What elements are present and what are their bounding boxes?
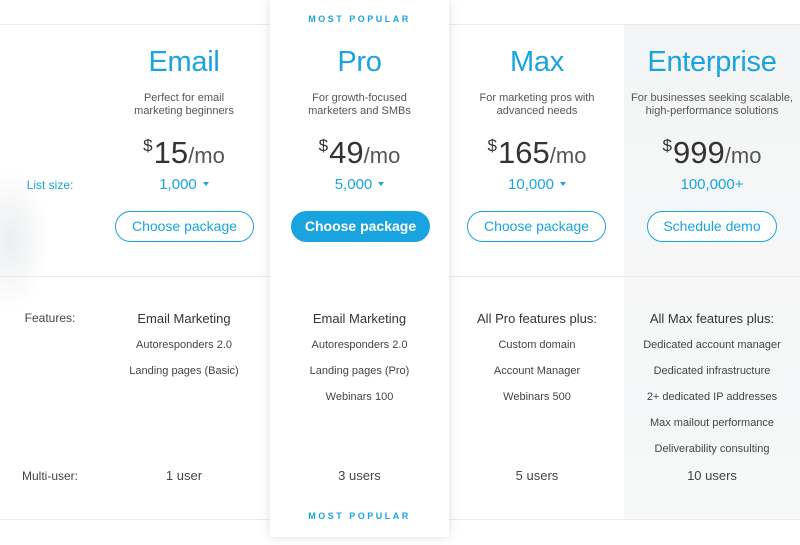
list-size-value: 1,000: [159, 176, 197, 193]
list-size-value: 5,000: [334, 176, 373, 193]
feature-item: Autoresponders 2.0: [135, 339, 232, 351]
plan-users: 10 users: [687, 468, 737, 483]
plan-users: 3 users: [338, 468, 381, 483]
feature-item: Autoresponders 2.0: [311, 339, 408, 351]
feature-item: 2+ dedicated IP addresses: [646, 391, 778, 403]
price-currency: $: [487, 136, 498, 155]
plan-users: 1 user: [165, 468, 203, 483]
feature-item: Max mailout performance: [649, 417, 775, 429]
feature-item: Landing pages (Basic): [129, 365, 239, 377]
plan-features: All Max features plus: Dedicated account…: [624, 310, 800, 466]
price-amount: 49: [329, 135, 364, 170]
plan-column-pro: Pro For growth-focused marketers and SMB…: [270, 0, 449, 520]
plan-price: $15/mo: [100, 126, 268, 179]
feature-item: Landing pages (Pro): [309, 365, 410, 377]
feature-item: Account Manager: [493, 365, 581, 377]
plan-features: All Pro features plus: Custom domain Acc…: [452, 310, 622, 414]
features-header: All Pro features plus:: [477, 311, 597, 326]
features-header: Email Marketing: [312, 311, 407, 326]
list-size-label: List size:: [26, 178, 74, 192]
caret-down-icon: [559, 182, 566, 186]
plan-features: Email Marketing Autoresponders 2.0 Landi…: [100, 310, 268, 388]
price-period: /mo: [724, 143, 762, 168]
plan-description: For growth-focused marketers and SMBs: [308, 92, 411, 117]
plan-users: 5 users: [515, 468, 559, 483]
price-amount: 15: [153, 135, 189, 170]
feature-item: Dedicated infrastructure: [653, 365, 771, 377]
caret-down-icon: [202, 182, 209, 186]
list-size-value: 100,000+: [680, 176, 744, 193]
plan-name: Pro: [337, 46, 382, 78]
list-size-dropdown[interactable]: 5,000: [270, 176, 449, 193]
price-period: /mo: [363, 143, 401, 168]
pricing-table: MOST POPULAR MOST POPULAR List size: Fea…: [0, 0, 800, 545]
plan-price: $999/mo: [624, 126, 800, 179]
multi-user-label: Multi-user:: [21, 469, 78, 483]
plan-description: For businesses seeking scalable, high-pe…: [630, 92, 794, 117]
feature-item: Deliverability consulting: [654, 443, 770, 455]
plan-name: Email: [148, 46, 220, 78]
plan-price: $165/mo: [452, 126, 622, 179]
feature-item: Dedicated account manager: [643, 339, 781, 351]
plan-column-enterprise: Enterprise For businesses seeking scalab…: [624, 0, 800, 520]
schedule-demo-button[interactable]: Schedule demo: [647, 211, 777, 242]
price-period: /mo: [549, 143, 587, 168]
list-size-dropdown[interactable]: 1,000: [100, 176, 268, 193]
plan-column-max: Max For marketing pros with advanced nee…: [452, 0, 622, 520]
price-period: /mo: [188, 143, 225, 168]
features-header: All Max features plus:: [649, 311, 775, 326]
choose-package-button-email[interactable]: Choose package: [115, 211, 254, 242]
price-amount: 165: [498, 135, 550, 170]
plan-description: For marketing pros with advanced needs: [479, 92, 595, 117]
price-currency: $: [318, 136, 329, 155]
price-currency: $: [662, 136, 673, 155]
list-size-dropdown[interactable]: 10,000: [452, 176, 622, 193]
features-label: Features:: [24, 311, 76, 325]
plan-column-email: Email Perfect for email marketing beginn…: [100, 0, 268, 520]
plan-name: Max: [510, 46, 564, 78]
choose-package-button-max[interactable]: Choose package: [467, 211, 606, 242]
list-size-value: 10,000: [508, 176, 554, 193]
price-amount: 999: [673, 135, 725, 170]
plan-price: $49/mo: [270, 126, 449, 179]
feature-item: Custom domain: [498, 339, 576, 351]
plan-name: Enterprise: [647, 46, 777, 78]
feature-item: Webinars 100: [325, 391, 394, 403]
feature-item: Webinars 500: [503, 391, 571, 403]
features-header: Email Marketing: [137, 311, 231, 326]
plan-features: Email Marketing Autoresponders 2.0 Landi…: [270, 310, 449, 414]
plan-description: Perfect for email marketing beginners: [134, 92, 234, 117]
caret-down-icon: [378, 182, 385, 186]
choose-package-button-pro[interactable]: Choose package: [291, 211, 430, 242]
price-currency: $: [143, 136, 153, 155]
